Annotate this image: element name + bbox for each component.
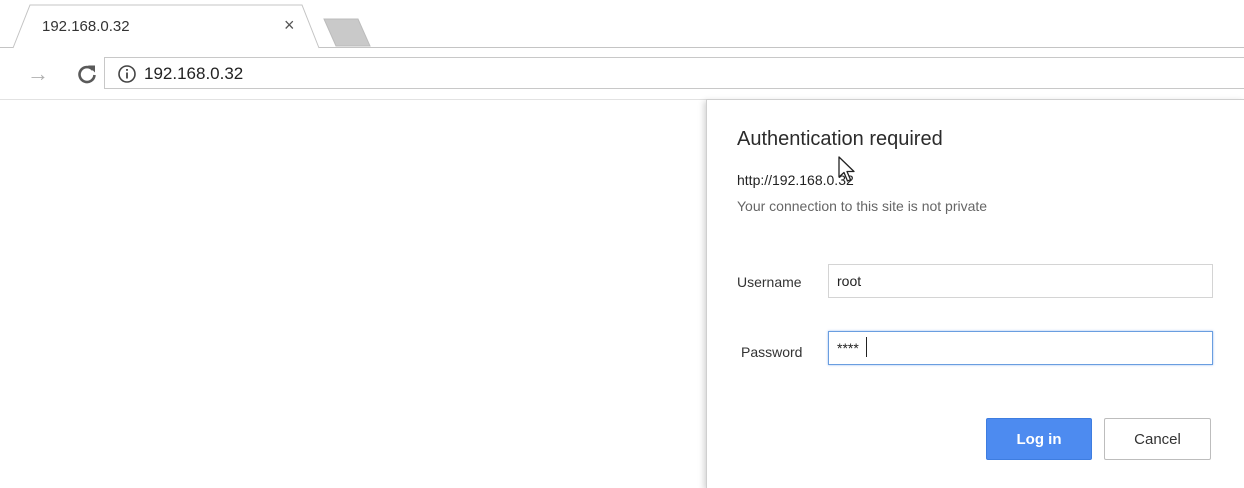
- tab-close-icon[interactable]: ×: [284, 15, 295, 36]
- address-bar[interactable]: 192.168.0.32: [104, 57, 1244, 89]
- forward-arrow-icon[interactable]: →: [27, 61, 49, 87]
- cancel-button[interactable]: Cancel: [1104, 418, 1211, 460]
- username-label: Username: [737, 274, 802, 290]
- browser-window: 192.168.0.32 × → 192.168.0.32 Authentica…: [0, 0, 1244, 488]
- dialog-privacy-note: Your connection to this site is not priv…: [737, 198, 988, 214]
- new-tab-button[interactable]: [316, 18, 376, 48]
- dialog-title: Authentication required: [737, 128, 943, 150]
- reload-icon[interactable]: [76, 63, 98, 85]
- tab-title[interactable]: 192.168.0.32: [42, 18, 130, 35]
- text-caret: [866, 337, 867, 357]
- password-field[interactable]: [828, 331, 1213, 365]
- address-bar-url[interactable]: 192.168.0.32: [144, 64, 243, 84]
- browser-toolbar: → 192.168.0.32: [0, 48, 1244, 100]
- username-field[interactable]: [828, 264, 1213, 298]
- password-label: Password: [741, 344, 803, 360]
- info-icon[interactable]: [117, 64, 137, 84]
- login-button[interactable]: Log in: [986, 418, 1092, 460]
- dialog-site-url: http://192.168.0.32: [737, 172, 854, 188]
- mouse-pointer-icon: [838, 156, 855, 182]
- authentication-dialog: Authentication required http://192.168.0…: [706, 99, 1244, 488]
- tab-strip: 192.168.0.32 ×: [0, 0, 1244, 49]
